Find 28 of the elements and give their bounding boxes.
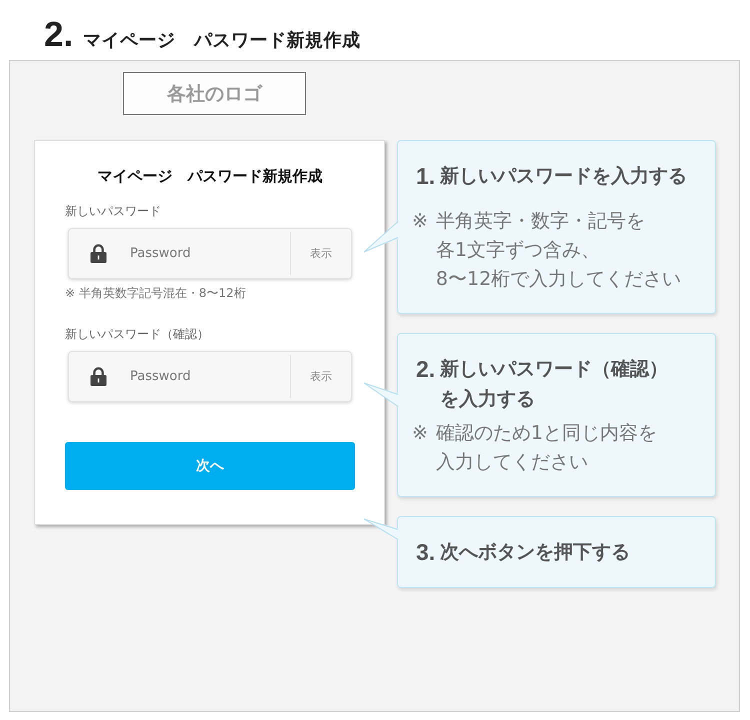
password-field[interactable]: Password 表示 — [68, 228, 352, 279]
note-line: 半角英字・数字・記号を — [436, 209, 645, 234]
callout-title: 次へボタンを押下する — [440, 540, 630, 565]
logo-placeholder-text: 各社のロゴ — [167, 82, 262, 106]
field-hint: ※ 半角英数字記号混在・8〜12桁 — [65, 285, 247, 301]
note-mark: ※ — [412, 209, 428, 234]
step-number: 1. — [416, 162, 436, 191]
step-number: 2. — [44, 17, 74, 53]
callout-title: 新しいパスワードを入力する — [440, 164, 688, 189]
field-label: 新しいパスワード（確認） — [65, 326, 210, 342]
step-number: 3. — [416, 538, 436, 567]
callout-title: を入力する — [440, 387, 536, 412]
note-line: 入力してください — [436, 450, 588, 475]
field-label: 新しいパスワード — [65, 203, 162, 219]
note-line: 各1文字ずつ含み、 — [436, 238, 600, 263]
show-password-button[interactable]: 表示 — [290, 232, 351, 275]
show-password-button[interactable]: 表示 — [290, 355, 351, 398]
lock-icon — [90, 244, 107, 263]
password-field[interactable]: Password 表示 — [68, 351, 352, 402]
note-line: 8〜12桁で入力してください — [436, 267, 682, 292]
callout-title: 新しいパスワード（確認） — [440, 357, 668, 382]
note-line: 確認のため1と同じ内容を — [436, 421, 658, 446]
next-button[interactable]: 次へ — [65, 442, 355, 490]
form-title: マイページ パスワード新規作成 — [96, 166, 324, 186]
lock-icon — [90, 367, 107, 386]
step-number: 2. — [416, 355, 436, 384]
note-mark: ※ — [412, 421, 428, 446]
page-heading: マイページ パスワード新規作成 — [83, 29, 361, 53]
